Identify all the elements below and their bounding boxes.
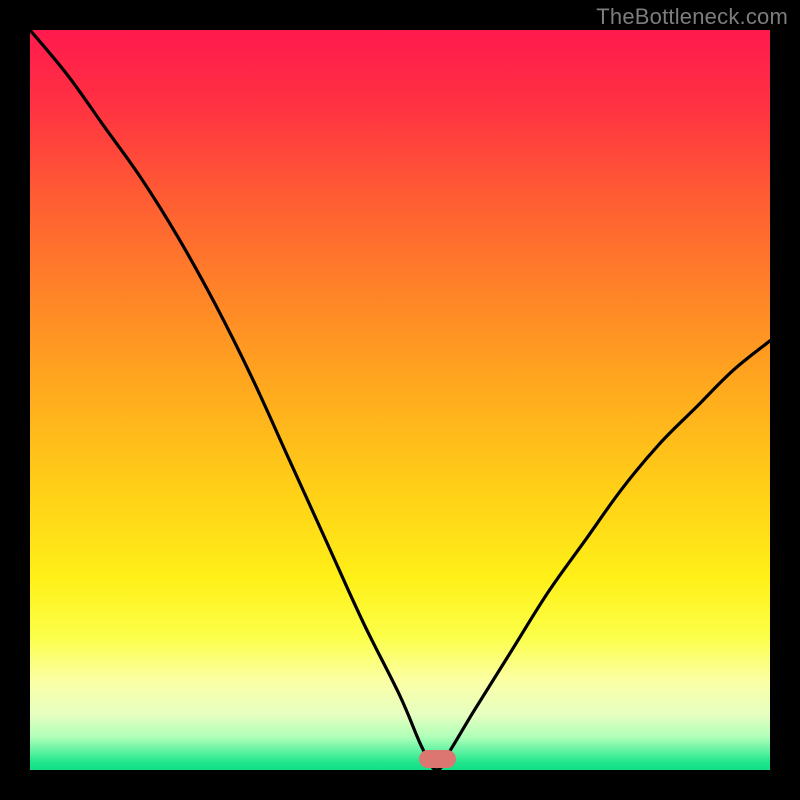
optimal-point-marker [419,750,456,768]
plot-area [30,30,770,770]
attribution-text: TheBottleneck.com [596,4,788,30]
bottleneck-curve [30,30,770,770]
chart-frame: TheBottleneck.com [0,0,800,800]
